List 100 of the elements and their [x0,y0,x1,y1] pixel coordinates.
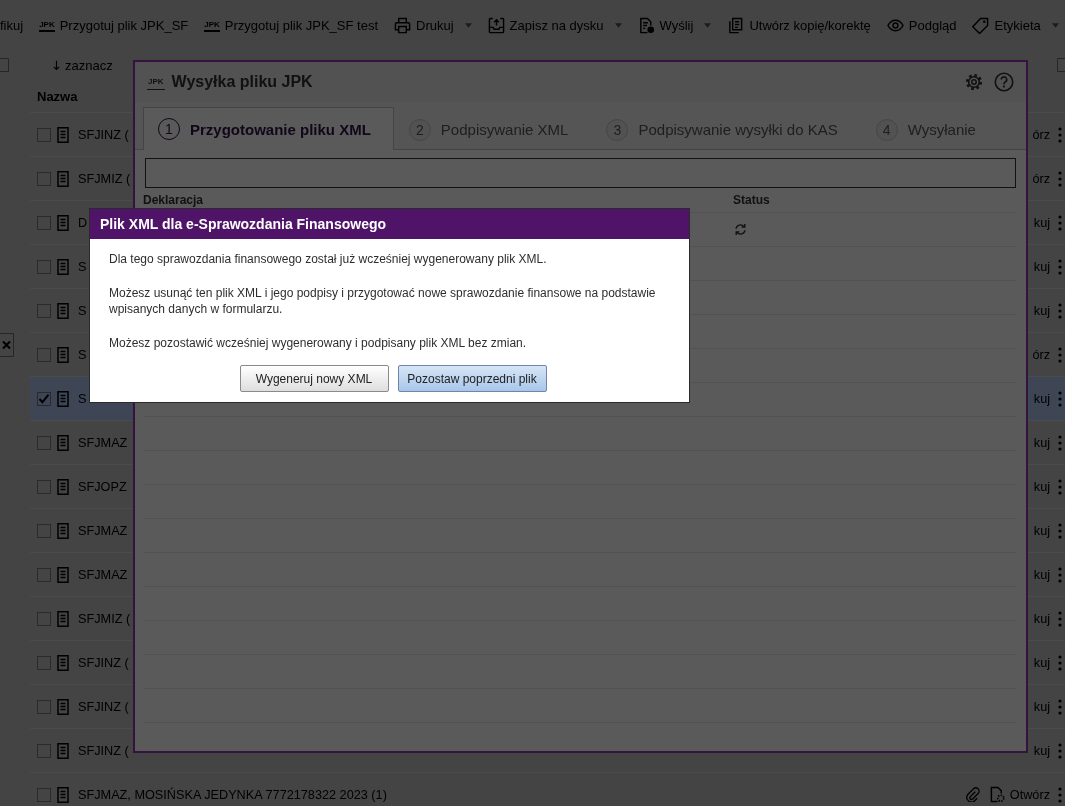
document-icon [57,478,69,495]
action-link[interactable]: kuj [1033,303,1050,318]
action-link[interactable]: órz [1032,347,1050,362]
action-link[interactable]: órz [1032,171,1050,186]
toolbar-button[interactable]: Zapisz na dysku [487,16,622,34]
checkbox[interactable] [37,699,51,714]
document-icon [57,698,69,715]
document-icon [57,126,69,143]
file-name: SFJMAZ [78,523,128,538]
more-options-icon[interactable] [1058,478,1062,495]
action-link[interactable]: órz [1032,127,1050,142]
more-options-icon[interactable] [1058,786,1062,803]
file-name: D [78,215,88,230]
file-name: SFJINZ ( [78,743,129,758]
checkbox[interactable] [37,655,51,670]
file-name: SFJMAZ [78,435,128,450]
checkbox[interactable] [37,347,51,362]
toolbar-button[interactable]: Utwórz kopię/korektę [727,16,871,34]
printer-icon [394,16,412,34]
loading-icon [734,223,747,236]
message-text: Możesz pozostawić wcześniej wygenerowany i podpisany plik XML bez zmian. [109,335,528,351]
column-header: Status [733,194,770,207]
action-link[interactable]: kuj [1033,567,1050,582]
file-name: SFJMAZ [78,567,128,582]
file-name: SFJINZ ( [78,655,129,670]
toolbar-button[interactable]: fikuj [0,17,24,33]
document-icon [57,742,69,759]
input-field[interactable] [145,158,1016,188]
paperclip-icon[interactable] [964,787,980,802]
checkbox[interactable] [37,259,51,274]
file-name: SFJMIZ ( [78,611,131,626]
checkbox[interactable] [37,479,51,494]
action-link[interactable]: kuj [1033,523,1050,538]
document-icon [57,434,69,451]
checkbox[interactable] [37,743,51,758]
action-link[interactable]: kuj [1033,435,1050,450]
action-link[interactable]: kuj [1033,391,1050,406]
checkbox[interactable] [37,171,51,186]
action-link[interactable]: kuj [1033,699,1050,714]
checkbox[interactable] [37,611,51,626]
action-link[interactable]: kuj [1033,215,1050,230]
more-options-icon[interactable] [1058,214,1062,231]
toolbar-button[interactable]: JPK Przygotuj plik JPK_SF [39,17,189,33]
file-name: SFJINZ ( [78,127,129,142]
checkbox[interactable] [37,523,51,538]
checkbox[interactable] [37,391,51,406]
checkbox[interactable] [37,787,51,802]
more-options-icon[interactable] [1058,566,1062,583]
document-icon [57,654,69,671]
copy-icon [727,16,745,34]
file-name: SFJINZ ( [78,699,129,714]
document-icon [57,170,69,187]
checkbox[interactable] [37,567,51,582]
toolbar-button[interactable]: Podgląd [886,16,957,34]
action-link[interactable]: kuj [1033,611,1050,626]
dialog-button[interactable]: Pozostaw poprzedni plik [397,365,547,392]
more-options-icon[interactable] [1058,698,1062,715]
message-text: Dla tego sprawozdania finansowego został już wcześniej wygenerowany plik XML. [109,251,548,267]
select-button[interactable]: zaznacz [53,57,113,73]
help-icon[interactable] [994,72,1014,92]
document-send-icon [637,16,655,34]
toolbar-button[interactable]: Etykieta [972,16,1059,34]
dialog-button[interactable]: Wygeneruj nowy XML [239,365,389,392]
action-link[interactable]: kuj [1033,259,1050,274]
toolbar-button[interactable]: Drukuj [394,16,472,34]
checkbox[interactable] [37,215,51,230]
document-icon [57,566,69,583]
document-icon [57,258,69,275]
more-options-icon[interactable] [1058,346,1062,363]
toolbar-button[interactable]: JPK Przygotuj plik JPK_SF test [204,17,379,33]
close-icon[interactable] [0,333,14,357]
toolbar-button[interactable]: Wyślij [637,16,712,34]
more-options-icon[interactable] [1058,302,1062,319]
more-options-icon[interactable] [1058,258,1062,275]
action-link[interactable]: kuj [1033,743,1050,758]
action-link[interactable]: Otwórz [989,786,1050,803]
document-icon [57,786,69,803]
column-header: Nazwa [37,88,78,104]
action-link[interactable]: kuj [1033,479,1050,494]
file-name: SFJMAZ, MOSIŃSKA JEDYNKA 7772178322 2023 (1) [78,787,387,802]
more-options-icon[interactable] [1058,742,1062,759]
more-options-icon[interactable] [1058,170,1062,187]
more-options-icon[interactable] [1058,610,1062,627]
more-options-icon[interactable] [1058,126,1062,143]
modal-title: Plik XML dla e-Sprawozdania Finansowego [100,216,386,232]
document-icon [57,302,69,319]
more-options-icon[interactable] [1058,434,1062,451]
action-link[interactable]: kuj [1033,655,1050,670]
tag-icon [972,16,990,34]
file-name: S [78,347,87,362]
checkbox[interactable] [37,303,51,318]
settings-icon[interactable] [964,72,984,92]
tab[interactable]: 1 Przygotowanie pliku XML [143,107,394,150]
more-options-icon[interactable] [1058,522,1062,539]
document-icon [57,346,69,363]
checkbox[interactable] [37,435,51,450]
checkbox[interactable] [37,127,51,142]
more-options-icon[interactable] [1058,654,1062,671]
more-options-icon[interactable] [1058,390,1062,407]
document-icon [57,522,69,539]
